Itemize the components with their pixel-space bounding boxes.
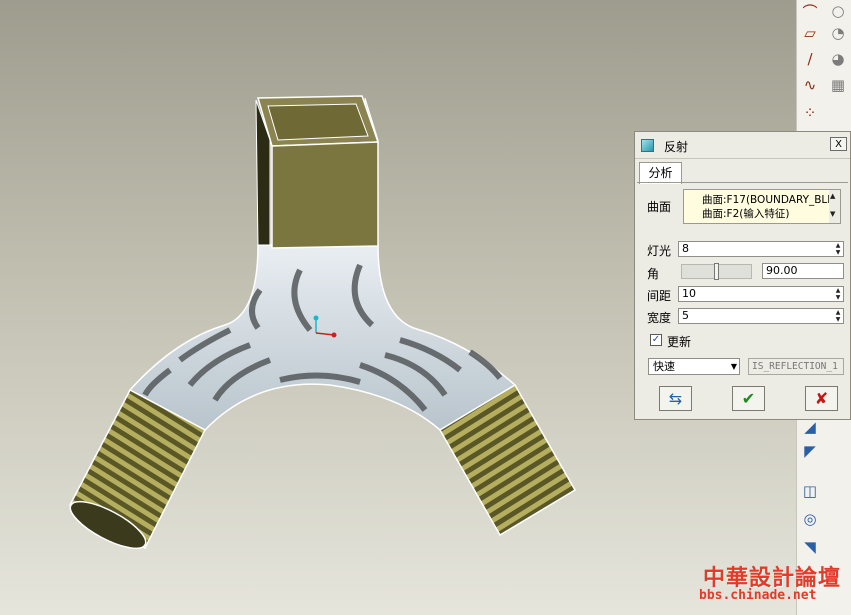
axis-y-dot <box>313 315 319 321</box>
revolve-icon[interactable]: ◎ <box>799 508 821 530</box>
mode-value: 快速 <box>653 360 675 373</box>
light-label: 灯光 <box>647 244 672 258</box>
refresh-button[interactable]: ⇆ <box>659 386 692 411</box>
watermark-url: bbs.chinade.net <box>699 588 817 603</box>
surface-item[interactable]: 曲面:F2(输入特征) <box>702 206 789 221</box>
feature-name-field[interactable]: IS_REFLECTION_1 <box>748 358 844 375</box>
surface-label: 曲面 <box>647 200 672 214</box>
dialog-titlebar[interactable]: 反射 X <box>635 132 850 159</box>
width-input[interactable]: 5 ▲ ▼ <box>678 308 844 324</box>
neck-inner <box>267 103 369 141</box>
datum-curve-icon[interactable]: ∿ <box>799 74 821 96</box>
datum-graph-icon[interactable]: ⌒ <box>799 0 821 22</box>
surface-item[interactable]: 曲面:F17(BOUNDARY_BLE <box>702 192 830 207</box>
spin-arrows-icon[interactable]: ▲ ▼ <box>833 242 843 256</box>
ok-button[interactable]: ✔ <box>732 386 765 411</box>
sketch-circle-icon[interactable]: ◔ <box>827 22 849 44</box>
spin-arrows-icon[interactable]: ▲ ▼ <box>833 309 843 323</box>
chevron-down-icon[interactable]: ▼ <box>731 359 737 374</box>
dialog-app-icon <box>641 139 654 152</box>
angle-label: 角 <box>647 267 660 281</box>
check-icon: ✔ <box>741 389 756 408</box>
datum-point-icon[interactable]: ○ <box>827 0 849 22</box>
dialog-title: 反射 <box>664 140 689 154</box>
spacing-value: 10 <box>682 287 696 300</box>
mode-dropdown[interactable]: 快速 ▼ <box>648 358 740 375</box>
angle-slider[interactable] <box>681 263 752 280</box>
grid-icon[interactable]: ▦ <box>827 74 849 96</box>
datum-plane-icon[interactable]: ▱ <box>799 22 821 44</box>
tab-analysis[interactable]: 分析 <box>639 162 682 184</box>
light-input[interactable]: 8 ▲ ▼ <box>678 241 844 257</box>
angle-slider-thumb[interactable] <box>714 263 719 280</box>
light-value: 8 <box>682 242 689 255</box>
round-icon[interactable]: ◤ <box>799 440 821 462</box>
width-label: 宽度 <box>647 311 672 325</box>
update-label: 更新 <box>667 335 692 349</box>
reflection-dialog: 反射 X 分析 曲面 曲面:F17(BOUNDARY_BLE 曲面:F2(输入特… <box>634 131 851 420</box>
close-icon[interactable]: X <box>830 137 847 151</box>
datum-axis-icon[interactable]: ∕ <box>799 48 821 70</box>
refresh-icon: ⇆ <box>668 389 683 408</box>
scroll-down-icon[interactable]: ▼ <box>830 210 835 218</box>
spacing-label: 间距 <box>647 289 672 303</box>
cross-icon: ✘ <box>814 389 829 408</box>
axis-x-dot <box>331 332 337 338</box>
update-checkbox[interactable]: ✓ <box>650 334 662 346</box>
surface-list-scrollbar[interactable]: ▲ ▼ <box>829 189 841 224</box>
spin-arrows-icon[interactable]: ▲ ▼ <box>833 287 843 301</box>
sweep-icon[interactable]: ◥ <box>799 536 821 558</box>
scroll-up-icon[interactable]: ▲ <box>830 192 835 200</box>
datum-points-icon[interactable]: ⁘ <box>799 102 821 124</box>
pipe-body <box>128 244 517 431</box>
neck-front-face <box>271 141 379 249</box>
cancel-button[interactable]: ✘ <box>805 386 838 411</box>
extrude-icon[interactable]: ◫ <box>799 480 821 502</box>
width-value: 5 <box>682 309 689 322</box>
angle-input[interactable]: 90.00 <box>762 263 844 279</box>
forum-watermark: 中華設計論壇 bbs.chinade.net <box>695 558 845 608</box>
surface-list[interactable]: 曲面:F17(BOUNDARY_BLE 曲面:F2(输入特征) <box>683 189 831 224</box>
spacing-input[interactable]: 10 ▲ ▼ <box>678 286 844 302</box>
sketch-arc-icon[interactable]: ◕ <box>827 48 849 70</box>
